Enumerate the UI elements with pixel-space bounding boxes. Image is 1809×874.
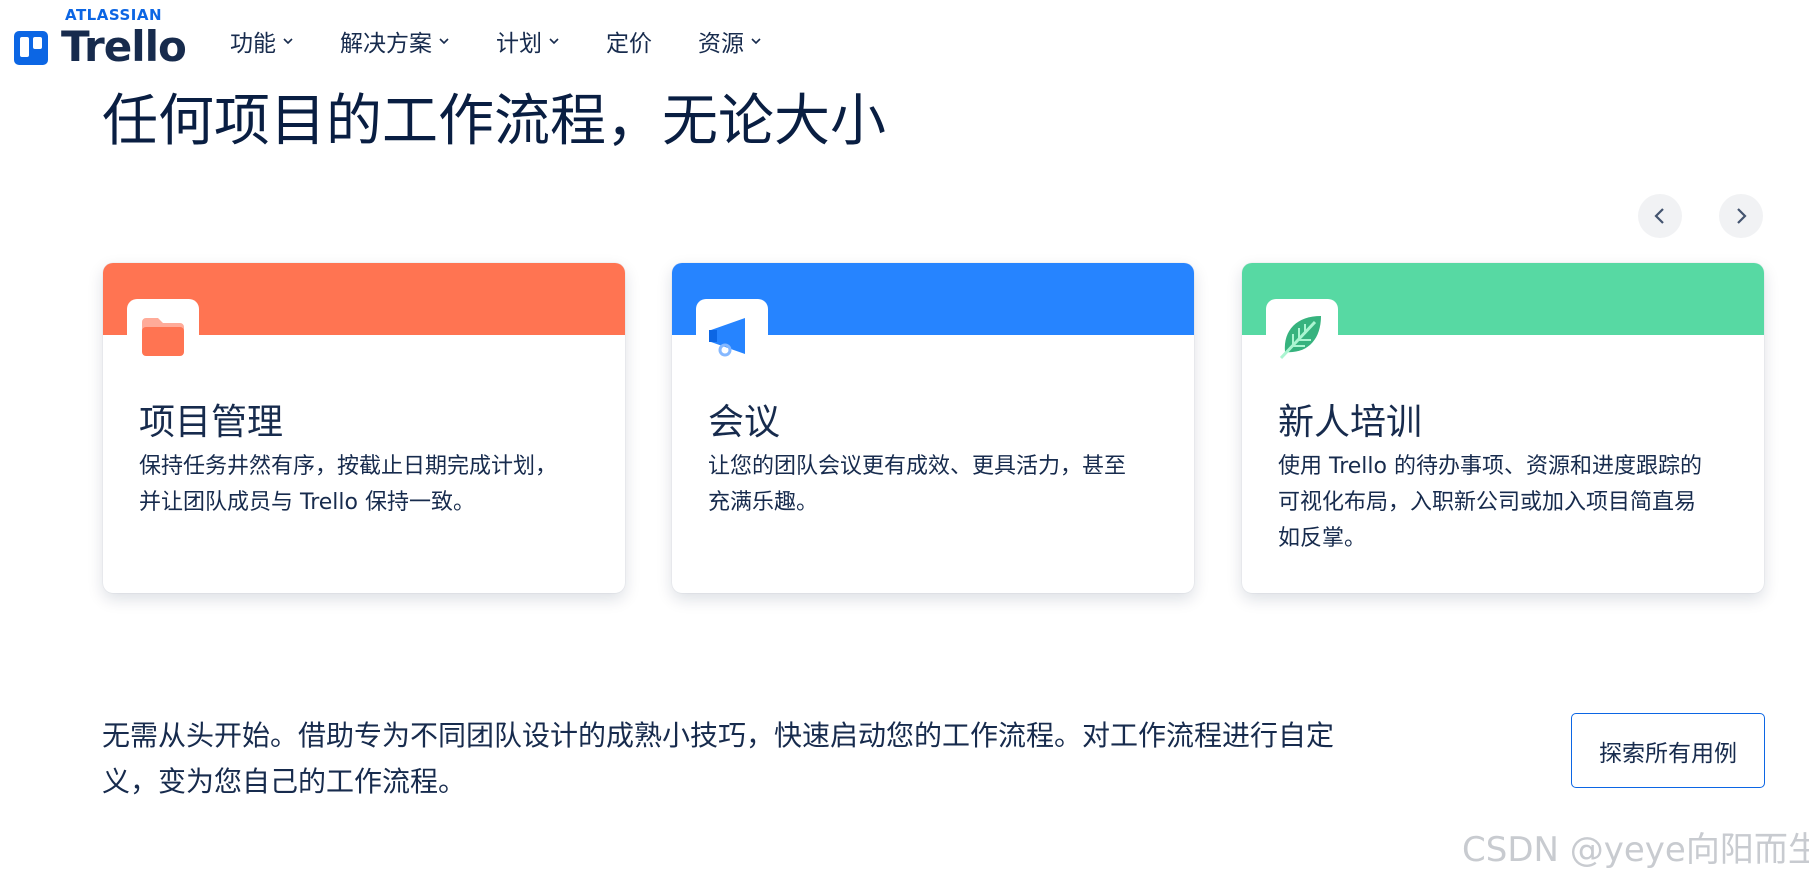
- trello-logo-icon: [14, 31, 48, 65]
- section-title: 任何项目的工作流程，无论大小: [102, 89, 886, 154]
- card-title: 新人培训: [1278, 402, 1423, 443]
- main-nav: 功能 解决方案 计划 定价 资源: [230, 24, 808, 58]
- leaf-icon: [1279, 316, 1321, 360]
- chevron-down-icon: [751, 38, 761, 45]
- use-case-card-onboarding[interactable]: 新人培训 使用 Trello 的待办事项、资源和进度跟踪的可视化布局，入职新公司…: [1242, 263, 1764, 593]
- card-description: 让您的团队会议更有成效、更具活力，甚至充满乐趣。: [708, 454, 1127, 515]
- nav-item-features[interactable]: 功能: [230, 24, 294, 58]
- card-description: 保持任务井然有序，按截止日期完成计划，并让团队成员与 Trello 保持一致。: [139, 454, 558, 515]
- nav-item-label: 定价: [606, 31, 652, 57]
- card-icon-box: [127, 299, 199, 371]
- card-icon-box: [696, 299, 768, 371]
- nav-item-label: 解决方案: [340, 31, 432, 57]
- card-description: 使用 Trello 的待办事项、资源和进度跟踪的可视化布局，入职新公司或加入项目…: [1278, 454, 1702, 551]
- nav-item-plans[interactable]: 计划: [496, 24, 560, 58]
- folder-icon: [142, 318, 184, 356]
- card-title: 项目管理: [139, 402, 284, 443]
- card-icon-box: [1266, 299, 1338, 371]
- nav-item-label: 资源: [698, 31, 744, 57]
- carousel-prev-button[interactable]: [1638, 194, 1682, 238]
- card-title: 会议: [708, 402, 781, 443]
- chevron-down-icon: [549, 38, 559, 45]
- explore-all-use-cases-button[interactable]: 探索所有用例: [1571, 713, 1765, 788]
- chevron-right-icon: [1737, 208, 1747, 224]
- use-case-card-project-management[interactable]: 项目管理 保持任务井然有序，按截止日期完成计划，并让团队成员与 Trello 保…: [103, 263, 625, 593]
- carousel-next-button[interactable]: [1719, 194, 1763, 238]
- use-case-card-meetings[interactable]: 会议 让您的团队会议更有成效、更具活力，甚至充满乐趣。: [672, 263, 1194, 593]
- chevron-down-icon: [439, 38, 449, 45]
- trello-wordmark: Trello: [61, 22, 187, 71]
- chevron-left-icon: [1654, 208, 1664, 224]
- nav-item-label: 功能: [230, 31, 276, 57]
- watermark: CSDN @yeye向阳而生: [1462, 830, 1809, 870]
- intro-paragraph: 无需从头开始。借助专为不同团队设计的成熟小技巧，快速启动您的工作流程。对工作流程…: [102, 719, 1335, 798]
- nav-item-pricing[interactable]: 定价: [606, 24, 652, 58]
- page: ATLASSIAN Trello 功能 解决方案 计划 定价 资源 任何项目的工…: [0, 0, 1809, 874]
- chevron-down-icon: [283, 38, 293, 45]
- nav-item-solutions[interactable]: 解决方案: [340, 24, 450, 58]
- nav-item-label: 计划: [496, 31, 542, 57]
- megaphone-icon: [709, 318, 745, 357]
- trello-logo[interactable]: ATLASSIAN Trello: [14, 6, 187, 71]
- nav-item-resources[interactable]: 资源: [698, 24, 762, 58]
